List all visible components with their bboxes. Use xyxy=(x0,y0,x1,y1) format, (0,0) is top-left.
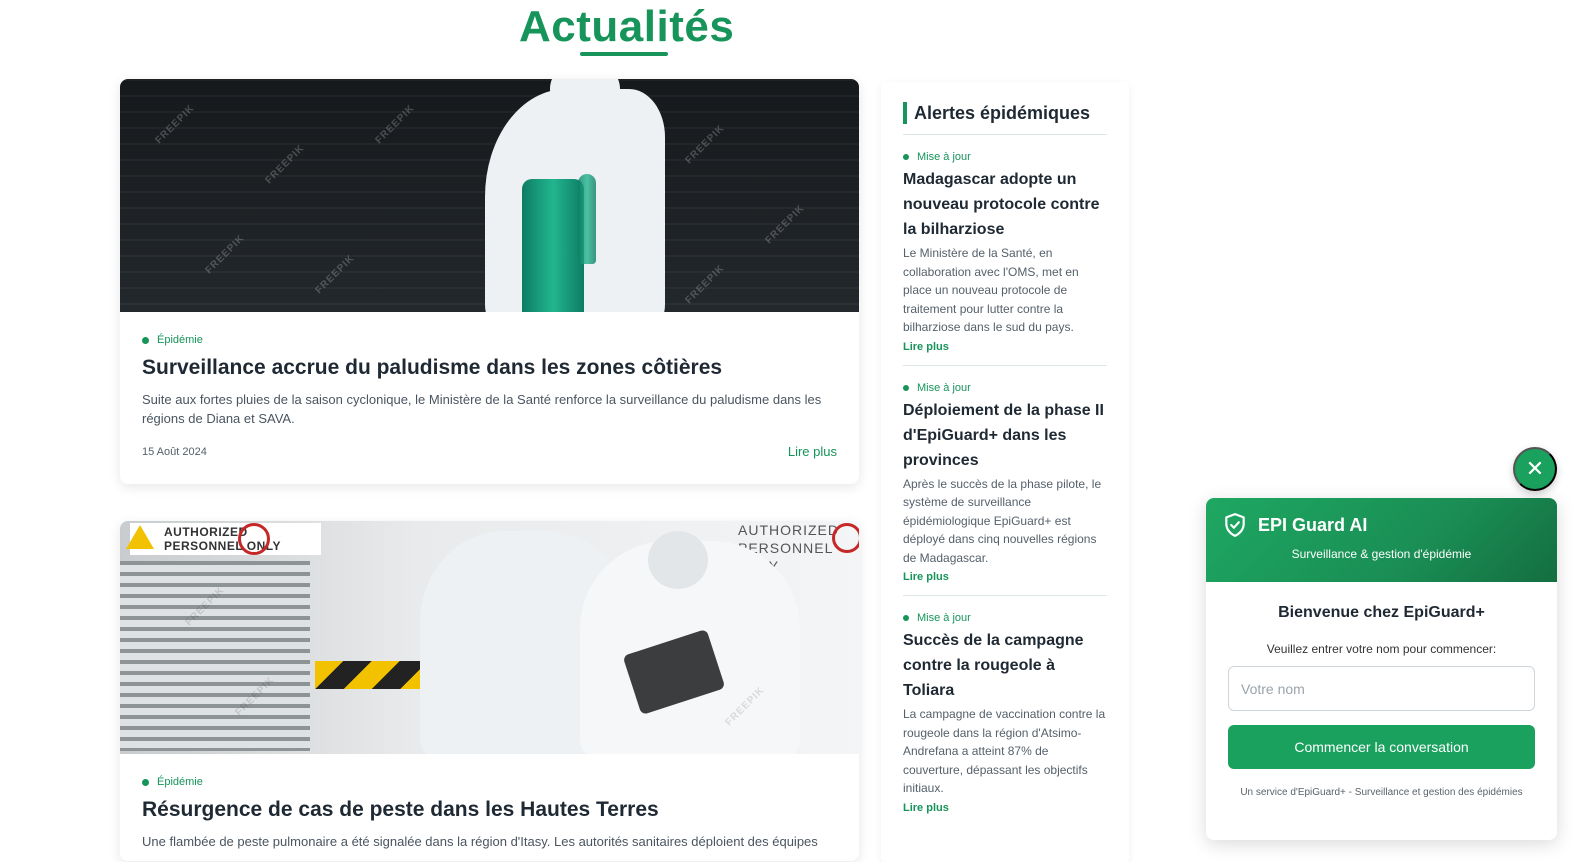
read-more-link[interactable]: Lire plus xyxy=(903,802,1107,814)
chat-widget: EPI Guard AI Surveillance & gestion d'ép… xyxy=(1206,498,1557,840)
chat-subtitle: Surveillance & gestion d'épidémie xyxy=(1291,547,1472,561)
chat-prompt: Veuillez entrer votre nom pour commencer… xyxy=(1266,642,1497,656)
close-icon: ✕ xyxy=(1525,456,1545,481)
news-summary: Suite aux fortes pluies de la saison cyc… xyxy=(142,392,822,426)
alert-title[interactable]: Madagascar adopte un nouveau protocole c… xyxy=(903,167,1107,242)
chat-welcome: Bienvenue chez EpiGuard+ xyxy=(1278,604,1485,621)
alert-tag: Mise à jour xyxy=(903,382,1107,394)
dot-icon xyxy=(142,778,149,786)
news-title[interactable]: Surveillance accrue du paludisme dans le… xyxy=(142,356,837,380)
alert-title[interactable]: Succès de la campagne contre la rougeole… xyxy=(903,628,1107,703)
read-more-link[interactable]: Lire plus xyxy=(903,571,1107,583)
alert-text: La campagne de vaccination contre la rou… xyxy=(903,707,1106,795)
authorized-sign: AUTHORIZED PERSONNEL ONLY xyxy=(130,523,322,555)
read-more-link[interactable]: Lire plus xyxy=(788,444,837,459)
dot-icon xyxy=(903,384,909,391)
news-card[interactable]: AUTHORIZED PERSONNEL ONLY AUTHORIZED PER… xyxy=(120,521,859,861)
hazard-icon xyxy=(126,525,154,549)
alert-tag: Mise à jour xyxy=(903,612,1107,624)
no-entry-icon xyxy=(238,523,270,555)
start-conversation-button[interactable]: Commencer la conversation xyxy=(1228,725,1535,769)
category-tag: Épidémie xyxy=(142,776,837,788)
alert-item[interactable]: Mise à jour Succès de la campagne contre… xyxy=(903,596,1107,826)
alert-item[interactable]: Mise à jour Madagascar adopte un nouveau… xyxy=(903,135,1107,366)
alert-text: Après le succès de la phase pilote, le s… xyxy=(903,476,1102,565)
dot-icon xyxy=(142,336,149,344)
chat-brand-name: EPI Guard AI xyxy=(1258,514,1368,535)
alerts-sidebar: Alertes épidémiques Mise à jour Madagasc… xyxy=(881,82,1129,862)
alert-text: Le Ministère de la Santé, en collaborati… xyxy=(903,246,1079,334)
close-chat-button[interactable]: ✕ xyxy=(1513,447,1557,491)
no-entry-icon xyxy=(832,523,859,553)
name-input[interactable] xyxy=(1228,666,1535,711)
news-title[interactable]: Résurgence de cas de peste dans les Haut… xyxy=(142,798,837,822)
page-title: Actualités xyxy=(519,2,735,51)
news-date: 15 Août 2024 xyxy=(142,445,207,458)
read-more-link[interactable]: Lire plus xyxy=(903,341,1107,353)
alert-tag: Mise à jour xyxy=(903,151,1107,163)
shield-check-icon xyxy=(1225,513,1245,537)
news-image: FREEPIK FREEPIK FREEPIK FREEPIK FREEPIK … xyxy=(120,79,859,312)
chat-header: EPI Guard AI Surveillance & gestion d'ép… xyxy=(1206,498,1557,582)
alert-item[interactable]: Mise à jour Déploiement de la phase II d… xyxy=(903,366,1107,596)
chat-footer: Un service d'EpiGuard+ - Surveillance et… xyxy=(1240,787,1523,798)
news-image: AUTHORIZED PERSONNEL ONLY AUTHORIZED PER… xyxy=(120,521,859,754)
category-tag: Épidémie xyxy=(142,334,837,346)
news-card[interactable]: FREEPIK FREEPIK FREEPIK FREEPIK FREEPIK … xyxy=(120,79,859,484)
alert-title[interactable]: Déploiement de la phase II d'EpiGuard+ d… xyxy=(903,398,1107,473)
dot-icon xyxy=(903,154,909,160)
dot-icon xyxy=(903,615,909,621)
news-summary: Une flambée de peste pulmonaire a été si… xyxy=(142,834,818,849)
title-underline xyxy=(580,52,668,56)
sidebar-title: Alertes épidémiques xyxy=(903,102,1107,124)
